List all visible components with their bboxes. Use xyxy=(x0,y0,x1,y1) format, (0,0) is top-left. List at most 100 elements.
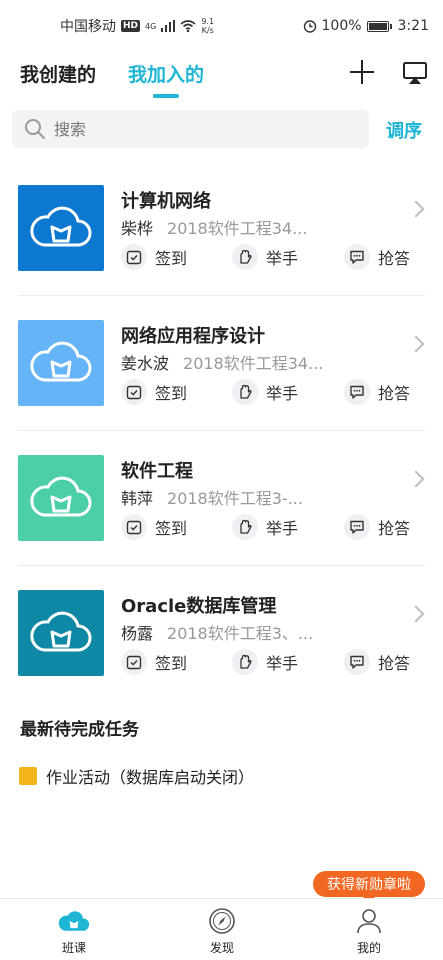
divider xyxy=(18,295,425,296)
signin-label: 签到 xyxy=(155,249,188,268)
search-icon xyxy=(25,119,45,139)
sort-button[interactable]: 调序 xyxy=(386,117,422,143)
battery-percent: 100% xyxy=(321,18,362,34)
cloud-book-icon xyxy=(30,206,92,247)
tab-created[interactable]: 我创建的 xyxy=(20,60,96,87)
signin-button[interactable]: 签到 xyxy=(121,514,187,540)
divider xyxy=(18,565,425,566)
top-tabs: 我创建的 我加入的 xyxy=(0,52,443,100)
raise-hand-button[interactable]: 举手 xyxy=(232,379,298,405)
hand-icon xyxy=(232,514,258,540)
net-speed-unit: K/s xyxy=(201,26,214,35)
chevron-right-icon xyxy=(407,335,425,353)
signin-label: 签到 xyxy=(155,519,188,538)
tasks-section-title: 最新待完成任务 xyxy=(20,720,139,740)
course-card[interactable]: Oracle数据库管理 杨露 2018软件工程3、... 签到 举手 抢答 xyxy=(0,590,443,725)
course-cover xyxy=(18,590,104,676)
class-name: 2018软件工程34... xyxy=(167,219,308,238)
hand-icon xyxy=(232,379,258,405)
cloud-book-icon xyxy=(30,611,92,652)
teacher-name: 姜水波 xyxy=(121,354,170,373)
new-badge-tooltip[interactable]: 获得新勋章啦 xyxy=(313,871,425,903)
answer-button[interactable]: 抢答 xyxy=(344,379,410,405)
course-card[interactable]: 软件工程 韩萍 2018软件工程3-... 签到 举手 抢答 xyxy=(0,455,443,590)
chevron-right-icon xyxy=(407,605,425,623)
teacher-name: 杨露 xyxy=(121,624,154,643)
signin-label: 签到 xyxy=(155,384,188,403)
course-name: 软件工程 xyxy=(121,461,193,482)
course-meta: 杨露 2018软件工程3、... xyxy=(121,620,313,644)
checkbox-icon xyxy=(121,514,147,540)
checkbox-icon xyxy=(121,244,147,270)
course-meta: 韩萍 2018软件工程3-... xyxy=(121,485,303,509)
nav-item-classes[interactable]: 班课 xyxy=(14,899,134,960)
status-bar: 中国移动 HD 4G 9.1 K/s 100% 3:21 xyxy=(0,0,443,52)
chat-icon xyxy=(344,649,370,675)
nav-label: 班课 xyxy=(61,941,86,955)
cloud-book-icon xyxy=(30,476,92,517)
course-cover xyxy=(18,455,104,541)
alarm-icon xyxy=(303,20,316,33)
net-speed: 9.1 K/s xyxy=(201,17,214,35)
screen-cast-icon[interactable] xyxy=(402,60,428,86)
signin-button[interactable]: 签到 xyxy=(121,379,187,405)
search-bar[interactable] xyxy=(12,110,369,148)
answer-button[interactable]: 抢答 xyxy=(344,514,410,540)
class-name: 2018软件工程34... xyxy=(183,354,324,373)
compass-icon xyxy=(206,905,238,937)
nav-item-discover[interactable]: 发现 xyxy=(162,899,282,960)
active-tab-indicator xyxy=(153,94,179,98)
signin-label: 签到 xyxy=(155,654,188,673)
answer-label: 抢答 xyxy=(378,654,411,673)
answer-button[interactable]: 抢答 xyxy=(344,244,410,270)
teacher-name: 韩萍 xyxy=(121,489,154,508)
task-icon xyxy=(19,767,37,785)
wifi-icon xyxy=(180,20,196,32)
course-card[interactable]: 网络应用程序设计 姜水波 2018软件工程34... 签到 举手 抢答 xyxy=(0,320,443,455)
signal-icon: 4G xyxy=(145,21,157,31)
carrier-label: 中国移动 xyxy=(60,19,116,35)
battery-icon xyxy=(366,20,392,32)
nav-label: 发现 xyxy=(209,941,234,955)
user-icon xyxy=(353,905,385,937)
course-card[interactable]: 计算机网络 柴桦 2018软件工程34... 签到 举手 抢答 xyxy=(0,185,443,320)
raise-hand-button[interactable]: 举手 xyxy=(232,514,298,540)
task-item[interactable]: 作业活动（数据库启动关闭） xyxy=(19,764,254,788)
cloud-book-icon xyxy=(30,341,92,382)
bottom-nav: 班课 发现 我的 xyxy=(0,898,443,960)
course-name: 计算机网络 xyxy=(121,191,211,212)
checkbox-icon xyxy=(121,649,147,675)
course-meta: 姜水波 2018软件工程34... xyxy=(121,350,323,374)
add-icon[interactable] xyxy=(348,58,376,86)
raise-hand-label: 举手 xyxy=(266,519,299,538)
teacher-name: 柴桦 xyxy=(121,219,154,238)
course-cover xyxy=(18,185,104,271)
nav-item-me[interactable]: 我的 xyxy=(309,899,429,960)
hand-icon xyxy=(232,244,258,270)
course-name: Oracle数据库管理 xyxy=(121,596,277,617)
chevron-right-icon xyxy=(407,470,425,488)
net-speed-value: 9.1 xyxy=(201,17,215,26)
nav-label: 我的 xyxy=(356,941,381,955)
tab-joined[interactable]: 我加入的 xyxy=(128,60,204,87)
signin-button[interactable]: 签到 xyxy=(121,244,187,270)
chat-icon xyxy=(344,244,370,270)
raise-hand-button[interactable]: 举手 xyxy=(232,649,298,675)
search-input[interactable] xyxy=(54,119,354,139)
raise-hand-label: 举手 xyxy=(266,654,299,673)
answer-label: 抢答 xyxy=(378,249,411,268)
divider xyxy=(18,430,425,431)
answer-label: 抢答 xyxy=(378,519,411,538)
chat-icon xyxy=(344,379,370,405)
signal-bars-icon xyxy=(161,20,176,32)
chevron-right-icon xyxy=(407,200,425,218)
cloud-icon xyxy=(58,905,90,937)
task-label: 作业活动（数据库启动关闭） xyxy=(46,768,255,787)
answer-button[interactable]: 抢答 xyxy=(344,649,410,675)
course-name: 网络应用程序设计 xyxy=(121,326,265,347)
answer-label: 抢答 xyxy=(378,384,411,403)
raise-hand-button[interactable]: 举手 xyxy=(232,244,298,270)
course-cover xyxy=(18,320,104,406)
signin-button[interactable]: 签到 xyxy=(121,649,187,675)
course-meta: 柴桦 2018软件工程34... xyxy=(121,215,307,239)
